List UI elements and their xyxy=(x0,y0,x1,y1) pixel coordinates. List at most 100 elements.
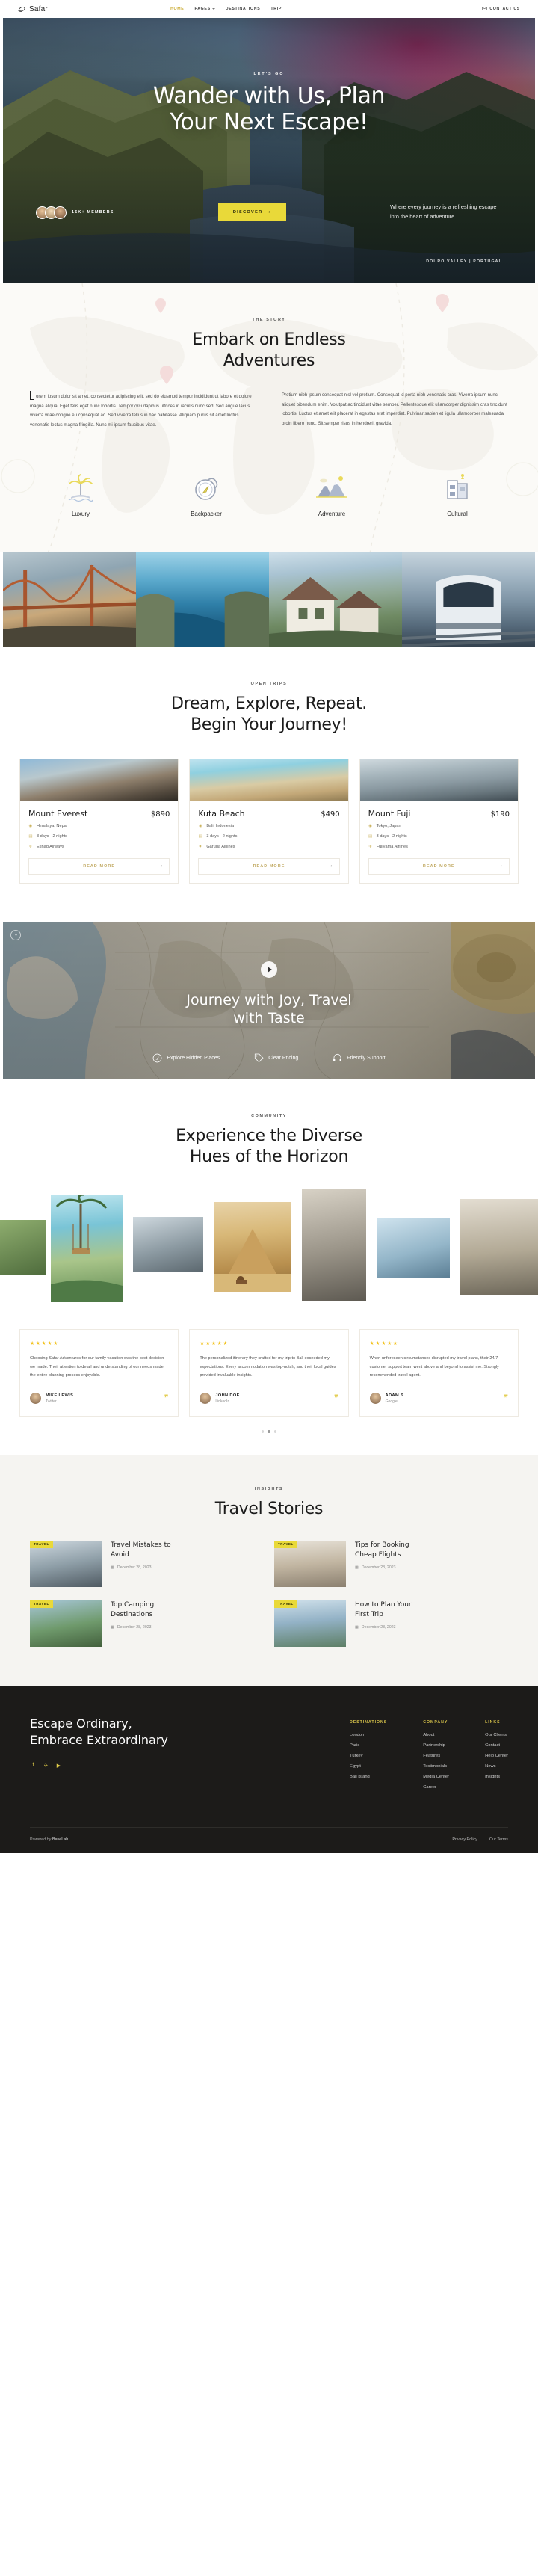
arrow-right-icon: › xyxy=(161,863,164,869)
footer-link[interactable]: Insights xyxy=(485,1775,508,1779)
blog-post-title: Top Camping Destinations xyxy=(111,1600,155,1618)
privacy-policy-link[interactable]: Privacy Policy xyxy=(452,1837,477,1842)
story-paragraph-2: Pretium nibh ipsum consequat nisl vel pr… xyxy=(282,392,507,426)
tram-train-photo xyxy=(402,552,535,648)
footer-link[interactable]: Features xyxy=(423,1754,449,1758)
community-photo xyxy=(51,1194,123,1302)
trip-title: Mount Fuji xyxy=(368,808,411,819)
feature-luxury[interactable]: Luxury xyxy=(36,469,126,517)
footer-column-destinations: DESTINATIONS London Paris Turkey Egypt B… xyxy=(350,1720,387,1796)
powered-by-text: Powered by BaseLab xyxy=(30,1837,69,1842)
temple-icon xyxy=(412,469,502,503)
trip-card[interactable]: Mount Everest $890 ◉ Himalaya, Nepal ▤ 3 d… xyxy=(19,758,179,884)
carousel-dot[interactable] xyxy=(261,1430,265,1433)
avatar xyxy=(30,1393,41,1405)
nav-item-destinations[interactable]: DESTINATIONS xyxy=(226,7,261,11)
photo-strip xyxy=(3,552,535,648)
carousel-dot-active[interactable] xyxy=(268,1430,270,1433)
footer-link[interactable]: Partnership xyxy=(423,1743,449,1748)
calendar-icon: ▦ xyxy=(355,1565,359,1571)
nav-item-trip[interactable]: TRIP xyxy=(270,7,282,11)
footer-link[interactable]: Egypt xyxy=(350,1764,387,1769)
brand-logo[interactable]: Safar xyxy=(18,5,48,13)
footer-link[interactable]: Contact xyxy=(485,1743,508,1748)
map-pin-icon: ◉ xyxy=(28,824,33,829)
footer-link[interactable]: Our Clients xyxy=(485,1733,508,1737)
arrow-right-icon: › xyxy=(330,863,333,869)
footer-link[interactable]: Paris xyxy=(350,1743,387,1748)
trip-card[interactable]: Mount Fuji $190 ◉ Tokyo, Japan ▤ 3 days · … xyxy=(359,758,519,884)
feature-adventure[interactable]: Adventure xyxy=(287,469,377,517)
testimonial-source: Google xyxy=(385,1399,398,1404)
plane-icon: ✈ xyxy=(28,845,33,850)
footer-column-title: LINKS xyxy=(485,1719,501,1725)
brand-name: Safar xyxy=(29,4,48,13)
blog-post-title: How to Plan Your First Trip xyxy=(355,1600,412,1618)
testimonial-source: Twitter xyxy=(46,1399,57,1404)
testimonial-author: MIKE LEWIS xyxy=(46,1393,74,1398)
trip-duration: ▤ 3 days · 2 nights xyxy=(198,834,238,839)
footer-link[interactable]: About xyxy=(423,1733,449,1737)
blog-post[interactable]: TRAVEL Travel Mistakes to Avoid ▦ Decembe… xyxy=(30,1540,255,1587)
nav-item-pages[interactable]: PAGES xyxy=(194,7,215,11)
village-houses-photo xyxy=(269,552,402,648)
scroll-indicator[interactable] xyxy=(10,929,21,940)
envelope-icon xyxy=(482,6,488,12)
read-more-button[interactable]: READ MORE › xyxy=(368,857,510,875)
footer-link[interactable]: London xyxy=(350,1733,387,1737)
ocean-cliff-photo xyxy=(136,552,269,648)
footer-link[interactable]: Bali Island xyxy=(350,1775,387,1779)
feature-label: Cultural xyxy=(447,511,468,518)
footer-column-title: COMPANY xyxy=(423,1719,448,1725)
quote-icon: ❞ xyxy=(504,1393,508,1402)
open-trips-section: OPEN TRIPS Dream, Explore, Repeat. Begin… xyxy=(0,647,538,922)
trip-location: ◉ Tokyo, Japan xyxy=(368,824,401,829)
footer-link[interactable]: Career xyxy=(423,1785,449,1790)
footer-link[interactable]: News xyxy=(485,1764,508,1769)
testimonial-text: Choosing Safar Adventures for our family… xyxy=(30,1355,164,1378)
rating-stars: ★★★★★ xyxy=(200,1340,229,1346)
testimonial-author: JOHN DOE xyxy=(215,1393,240,1398)
community-title: Experience the Diverse Hues of the Horiz… xyxy=(176,1126,362,1166)
cta-feature-pricing: Clear Pricing xyxy=(254,1053,298,1063)
hero-title: Wander with Us, Plan Your Next Escape! xyxy=(152,83,386,135)
trip-airline: ✈ Fujiyama Airlines xyxy=(368,845,408,850)
footer-link[interactable]: Help Center xyxy=(485,1754,508,1758)
blog-post-date: ▦ December 28, 2023 xyxy=(111,1625,152,1630)
blog-thumbnail: TRAVEL xyxy=(274,1600,346,1647)
palm-island-icon xyxy=(36,469,126,503)
footer-bottom-bar: Powered by BaseLab Privacy Policy Our Te… xyxy=(30,1826,508,1853)
read-more-button[interactable]: READ MORE › xyxy=(28,857,170,875)
trip-price: $190 xyxy=(490,810,510,819)
bed-icon: ▤ xyxy=(368,834,373,839)
feature-cultural[interactable]: Cultural xyxy=(412,469,502,517)
play-video-button[interactable] xyxy=(261,961,277,978)
carousel-dot[interactable] xyxy=(273,1430,277,1433)
footer-link[interactable]: Testimonials xyxy=(423,1764,449,1769)
trip-card[interactable]: Kuta Beach $490 ◉ Bali, Indonesia ▤ 3 days… xyxy=(189,758,349,884)
blog-post[interactable]: TRAVEL Tips for Booking Cheap Flights ▦ D… xyxy=(274,1540,499,1587)
play-icon xyxy=(268,966,272,973)
post-tag: TRAVEL xyxy=(30,1600,53,1608)
footer-link[interactable]: Media Center xyxy=(423,1775,449,1779)
footer-link[interactable]: Turkey xyxy=(350,1754,387,1758)
site-footer: Escape Ordinary, Embrace Extraordinary f… xyxy=(0,1685,538,1853)
contact-us-link[interactable]: CONTACT US xyxy=(482,6,520,12)
facebook-icon[interactable]: f xyxy=(30,1762,37,1769)
blog-post[interactable]: TRAVEL Top Camping Destinations ▦ Decembe… xyxy=(30,1600,255,1647)
youtube-icon[interactable]: ▶ xyxy=(55,1762,62,1769)
trip-airline: ✈ Garuda Airlines xyxy=(198,845,235,850)
blog-post-title: Travel Mistakes to Avoid xyxy=(111,1541,171,1559)
cta-title: Journey with Joy, Travel with Taste xyxy=(186,991,352,1027)
feature-backpacker[interactable]: Backpacker xyxy=(161,469,251,517)
blog-post[interactable]: TRAVEL How to Plan Your First Trip ▦ Dece… xyxy=(274,1600,499,1647)
community-photo xyxy=(302,1188,366,1301)
carousel-dots[interactable] xyxy=(0,1430,538,1455)
map-pin-icon: ◉ xyxy=(368,824,373,829)
hero-eyebrow: LET'S GO xyxy=(253,72,285,76)
our-terms-link[interactable]: Our Terms xyxy=(489,1837,508,1842)
nav-item-home[interactable]: HOME xyxy=(170,7,184,11)
community-section: COMMUNITY Experience the Diverse Hues of… xyxy=(0,1079,538,1455)
read-more-button[interactable]: READ MORE › xyxy=(198,857,340,875)
twitter-icon[interactable]: ✈ xyxy=(43,1762,49,1769)
